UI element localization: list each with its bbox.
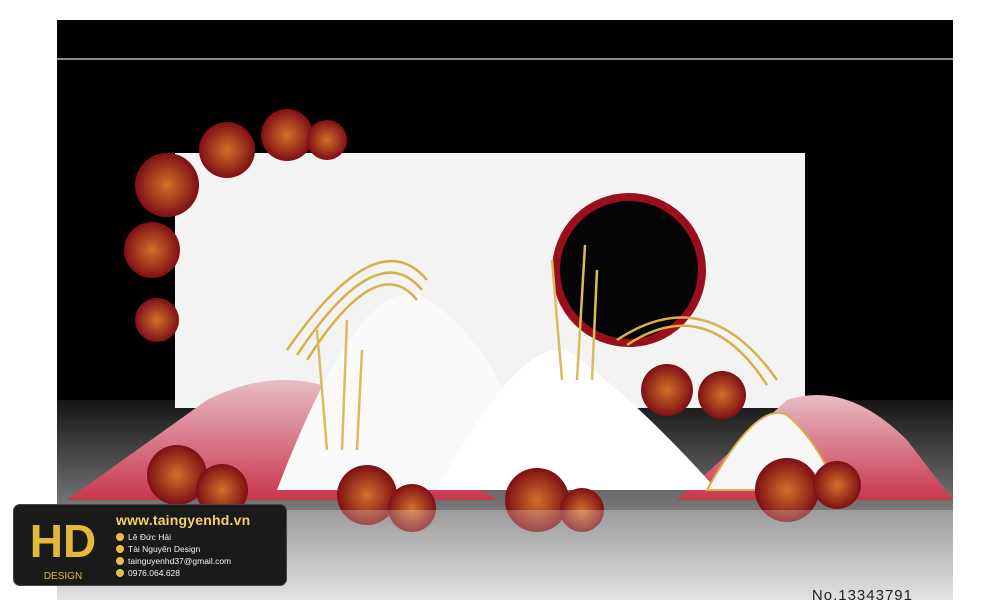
contact-email: tainguyenhd37@gmail.com — [128, 555, 232, 566]
contact-row-youtube: Tài Nguyên Design — [116, 543, 286, 555]
logo-letters: HD — [30, 515, 96, 567]
moon-window — [552, 193, 706, 347]
contact-phone: 0976.064.628 — [128, 567, 180, 578]
hd-design-logo: HD DESIGN — [14, 505, 112, 585]
website-url: www.taingyenhd.vn — [116, 511, 251, 528]
image-number-watermark: No.13343791 — [811, 587, 913, 600]
contact-row-phone: 0976.064.628 — [116, 567, 286, 579]
logo-subtext: DESIGN — [44, 571, 82, 582]
phone-icon — [116, 568, 124, 577]
designer-badge: HD DESIGN www.taingyenhd.vn Lê Đức Hải T… — [14, 505, 286, 585]
badge-contact-info: www.taingyenhd.vn Lê Đức Hải Tài Nguyên … — [112, 512, 286, 579]
contact-name: Lê Đức Hải — [128, 531, 172, 542]
contact-row-facebook: Lê Đức Hải — [116, 531, 286, 543]
top-line — [57, 58, 953, 60]
channel-name: Tài Nguyên Design — [128, 543, 201, 554]
email-icon — [116, 556, 124, 565]
contact-row-email: tainguyenhd37@gmail.com — [116, 555, 286, 567]
youtube-icon — [116, 544, 124, 553]
facebook-icon — [116, 532, 124, 541]
